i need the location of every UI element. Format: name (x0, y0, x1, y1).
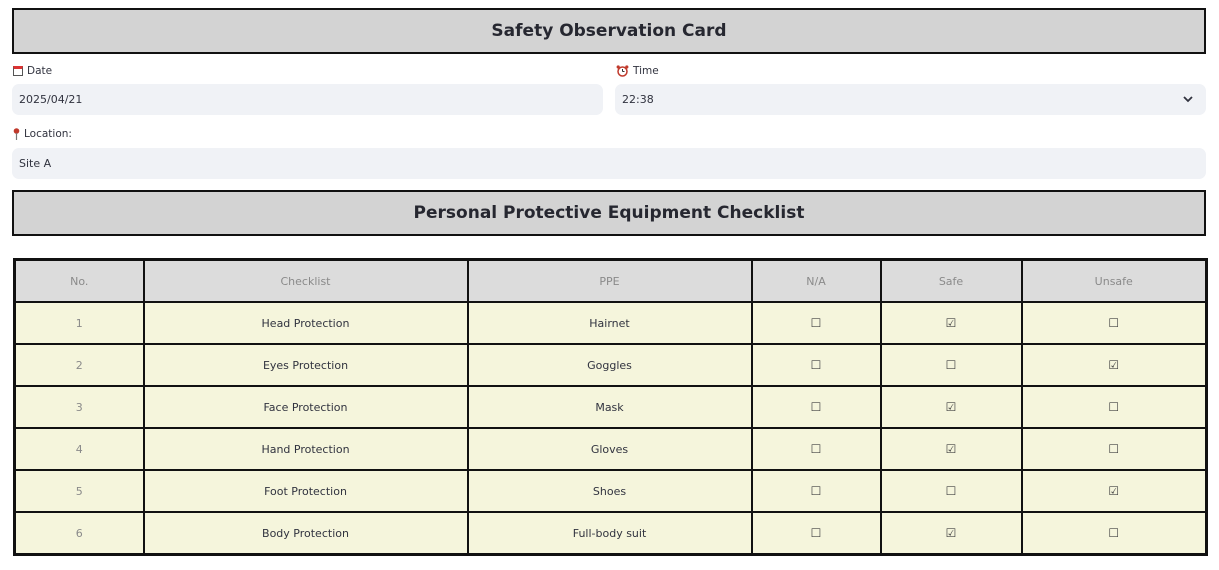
col-header-na: N/A (750, 258, 882, 303)
row-number: 1 (13, 301, 145, 345)
row-number: 2 (13, 343, 145, 387)
unsafe-checkbox[interactable]: ☐ (1108, 400, 1119, 414)
time-label: Time (633, 65, 659, 77)
ppe-item: Gloves (466, 427, 753, 471)
ppe-item: Hairnet (466, 301, 753, 345)
ppe-item: Goggles (466, 343, 753, 387)
pin-icon (13, 128, 20, 140)
table-row: 3 Face Protection Mask ☐ ☑ ☐ (13, 385, 1208, 429)
checklist-item: Face Protection (142, 385, 469, 429)
date-input[interactable]: 2025/04/21 (12, 84, 603, 115)
checklist-item: Foot Protection (142, 469, 469, 513)
na-checkbox[interactable]: ☐ (811, 400, 822, 414)
location-label-group: Location: (13, 128, 72, 140)
unsafe-checkbox[interactable]: ☐ (1108, 316, 1119, 330)
table-row: 2 Eyes Protection Goggles ☐ ☐ ☑ (13, 343, 1208, 387)
col-header-safe: Safe (879, 258, 1023, 303)
ppe-item: Mask (466, 385, 753, 429)
safe-checkbox[interactable]: ☐ (946, 358, 957, 372)
unsafe-checkbox[interactable]: ☐ (1108, 442, 1119, 456)
card-title: Safety Observation Card (12, 8, 1206, 54)
chevron-down-icon[interactable] (1182, 93, 1194, 105)
checklist-item: Eyes Protection (142, 343, 469, 387)
col-header-unsafe: Unsafe (1020, 258, 1208, 303)
location-label: Location: (24, 128, 72, 140)
checklist-title: Personal Protective Equipment Checklist (12, 190, 1206, 236)
date-label: Date (27, 65, 53, 77)
calendar-icon (13, 66, 23, 76)
row-number: 4 (13, 427, 145, 471)
row-number: 6 (13, 511, 145, 556)
checklist-item: Hand Protection (142, 427, 469, 471)
unsafe-checkbox[interactable]: ☑ (1108, 484, 1119, 498)
time-value: 22:38 (622, 93, 654, 106)
na-checkbox[interactable]: ☐ (811, 316, 822, 330)
ppe-item: Full-body suit (466, 511, 753, 556)
time-select[interactable]: 22:38 (615, 84, 1206, 115)
na-checkbox[interactable]: ☐ (811, 442, 822, 456)
location-input[interactable]: Site A (12, 148, 1206, 179)
safe-checkbox[interactable]: ☑ (946, 526, 957, 540)
checklist-item: Body Protection (142, 511, 469, 556)
time-label-group: Time (616, 65, 659, 77)
unsafe-checkbox[interactable]: ☐ (1108, 526, 1119, 540)
na-checkbox[interactable]: ☐ (811, 484, 822, 498)
ppe-item: Shoes (466, 469, 753, 513)
safe-checkbox[interactable]: ☐ (946, 484, 957, 498)
safe-checkbox[interactable]: ☑ (946, 316, 957, 330)
date-label-group: Date (13, 65, 52, 77)
table-header-row: No. Checklist PPE N/A Safe Unsafe (13, 258, 1208, 303)
row-number: 5 (13, 469, 145, 513)
na-checkbox[interactable]: ☐ (811, 358, 822, 372)
col-header-checklist: Checklist (142, 258, 469, 303)
col-header-ppe: PPE (466, 258, 753, 303)
row-number: 3 (13, 385, 145, 429)
unsafe-checkbox[interactable]: ☑ (1108, 358, 1119, 372)
safe-checkbox[interactable]: ☑ (946, 400, 957, 414)
table-row: 5 Foot Protection Shoes ☐ ☐ ☑ (13, 469, 1208, 513)
checklist-item: Head Protection (142, 301, 469, 345)
na-checkbox[interactable]: ☐ (811, 526, 822, 540)
safe-checkbox[interactable]: ☑ (946, 442, 957, 456)
ppe-checklist-table: No. Checklist PPE N/A Safe Unsafe 1 Head… (13, 258, 1208, 556)
table-row: 4 Hand Protection Gloves ☐ ☑ ☐ (13, 427, 1208, 471)
table-row: 1 Head Protection Hairnet ☐ ☑ ☐ (13, 301, 1208, 345)
col-header-no: No. (13, 258, 145, 303)
table-row: 6 Body Protection Full-body suit ☐ ☑ ☐ (13, 511, 1208, 556)
alarm-clock-icon (616, 65, 629, 77)
